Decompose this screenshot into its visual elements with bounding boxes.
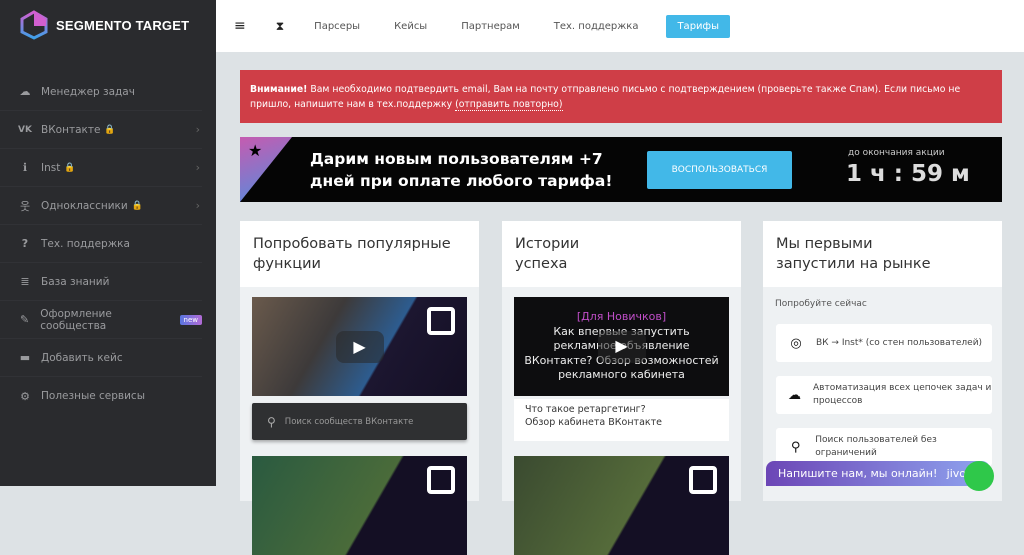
try-now-label: Попробуйте сейчас	[775, 299, 867, 309]
tariffs-button[interactable]: Тарифы	[666, 14, 730, 38]
caption-line: Что такое ретаргетинг?	[525, 404, 646, 415]
database-icon: ≣	[20, 275, 30, 288]
sidebar-item-vkontakte[interactable]: VK ВКонтакте 🔒 ›	[0, 111, 202, 149]
popular-functions-card: Попробовать популярные функции ▶ ⚲ Поиск с…	[240, 221, 479, 555]
feature-label: Автоматизация всех цепочек задач и проце…	[813, 383, 992, 406]
card-title-line: успеха	[515, 256, 568, 272]
chevron-right-icon: ›	[195, 123, 200, 136]
brush-icon: ✎	[20, 313, 30, 326]
cloud-icon: ☁	[19, 85, 31, 98]
card-title: Попробовать популярные функции	[240, 221, 479, 287]
sidebar-item-knowledge-base[interactable]: ≣ База знаний	[0, 263, 202, 301]
lock-icon: 🔒	[131, 200, 143, 211]
nav-link-parsers[interactable]: Парсеры	[314, 21, 360, 32]
sidebar-item-label: Оформление сообщества	[40, 307, 112, 332]
sidebar-item-label: Inst	[41, 161, 61, 174]
countdown-label: до окончания акции	[848, 148, 945, 158]
search-icon: ⚲	[267, 414, 276, 429]
success-stories-card: Истории успеха [Для Новичков] Как впервые…	[502, 221, 741, 555]
promo-banner: ★ Дарим новым пользователям +7 дней при о…	[240, 137, 1002, 202]
instagram-icon: ◎	[790, 335, 802, 351]
top-navbar: ≡ ⧗ Парсеры Кейсы Партнерам Тех. поддерж…	[216, 0, 1024, 52]
use-offer-button[interactable]: ВОСПОЛЬЗОВАТЬСЯ	[647, 151, 792, 189]
card-title: Истории успеха	[502, 221, 741, 287]
hexagon-logo-icon	[20, 10, 48, 40]
feature-automation[interactable]: ☁ Автоматизация всех цепочек задач и проц…	[776, 376, 992, 414]
star-icon: ★	[248, 141, 263, 160]
sidebar-item-label: ВКонтакте	[41, 123, 101, 136]
sidebar-item-task-manager[interactable]: ☁ Менеджер задач	[0, 73, 202, 111]
ok-icon: 웃	[19, 199, 31, 213]
search-communities-button[interactable]: ⚲ Поиск сообществ ВКонтакте	[252, 403, 467, 440]
vk-icon: VK	[18, 124, 32, 135]
sidebar-item-label: Тех. поддержка	[41, 237, 130, 250]
cloud-icon: ☁	[788, 387, 801, 403]
nav-link-partners[interactable]: Партнерам	[461, 21, 520, 32]
lock-icon: 🔒	[104, 124, 116, 135]
brand-logo[interactable]: SEGMENTO TARGET	[20, 10, 189, 40]
promo-line: дней при оплате любого тарифа!	[310, 172, 613, 190]
sidebar-item-label: Полезные сервисы	[41, 390, 146, 402]
sidebar-item-support[interactable]: ? Тех. поддержка	[0, 225, 202, 263]
sidebar-item-community-design[interactable]: ✎ Оформление сообщества new	[0, 301, 202, 339]
video-thumbnail[interactable]	[514, 456, 729, 555]
countdown-timer: 1 ч : 59 м	[846, 161, 970, 187]
sidebar-item-add-case[interactable]: ▬ Добавить кейс	[0, 339, 202, 377]
gears-icon: ⚙	[20, 389, 30, 403]
question-icon: ?	[21, 237, 29, 250]
first-on-market-card: Мы первыми запустили на рынке Попробуйте …	[763, 221, 1002, 501]
sidebar-item-label: Добавить кейс	[41, 351, 123, 364]
new-badge: new	[179, 314, 202, 325]
sidebar-item-label: Менеджер задач	[41, 85, 135, 98]
resend-link[interactable]: (отправить повторно)	[455, 99, 563, 111]
sidebar-item-useful-services[interactable]: ⚙ Полезные сервисы	[0, 377, 202, 415]
hourglass-icon[interactable]: ⧗	[276, 19, 284, 34]
segmento-logo-icon	[689, 466, 717, 494]
promo-text: Дарим новым пользователям +7 дней при опл…	[310, 148, 612, 192]
video-thumbnail[interactable]	[252, 456, 467, 555]
chat-widget-button[interactable]: Напишите нам, мы онлайн! jivo	[766, 461, 994, 491]
card-title-line: Попробовать популярные	[253, 236, 451, 252]
online-indicator	[964, 461, 994, 491]
play-icon[interactable]: ▶	[335, 330, 384, 363]
feature-vk-to-inst[interactable]: ◎ ВК → Inst* (со стен пользователей)	[776, 324, 992, 362]
feature-label: Поиск пользователей без ограничений	[815, 435, 937, 458]
alert-strong: Внимание!	[250, 84, 308, 95]
segmento-logo-icon	[427, 307, 455, 335]
card-title-line: запустили на рынке	[776, 256, 931, 272]
segmento-logo-icon	[427, 466, 455, 494]
sidebar: SEGMENTO TARGET ☁ Менеджер задач VK ВКонта…	[0, 0, 216, 486]
video-caption[interactable]: Что такое ретаргетинг? Обзор кабинета ВКо…	[514, 399, 729, 441]
card-title-line: Истории	[515, 236, 580, 252]
card-title-line: функции	[253, 256, 321, 272]
sidebar-item-inst[interactable]: ℹ Inst 🔒 ›	[0, 149, 202, 187]
lock-icon: 🔒	[64, 162, 76, 173]
nav-link-cases[interactable]: Кейсы	[394, 21, 427, 32]
card-title-line: Мы первыми	[776, 236, 873, 252]
alert-text: Вам необходимо подтвердить email, Вам на…	[250, 84, 961, 110]
video-tag: [Для Новичков]	[576, 310, 667, 323]
nav-link-support[interactable]: Тех. поддержка	[554, 21, 639, 32]
chevron-right-icon: ›	[195, 161, 200, 174]
sidebar-item-label: База знаний	[41, 275, 110, 288]
search-label: Поиск сообществ ВКонтакте	[284, 416, 414, 427]
sidebar-nav: ☁ Менеджер задач VK ВКонтакте 🔒 › ℹ Inst 🔒 › 웃О…	[0, 73, 216, 415]
promo-line: Дарим новым пользователям +7	[310, 150, 603, 168]
video-thumbnail[interactable]: [Для Новичков] Как впервые запустить рек…	[514, 297, 729, 396]
caption-line: Обзор кабинета ВКонтакте	[525, 417, 663, 428]
sidebar-item-odnoklassniki[interactable]: 웃 Одноклассники 🔒 ›	[0, 187, 202, 225]
chevron-right-icon: ›	[195, 199, 200, 212]
card-title: Мы первыми запустили на рынке	[763, 221, 1002, 287]
brand-name: SEGMENTO TARGET	[56, 17, 190, 33]
email-confirm-alert: Внимание! Вам необходимо подтвердить ema…	[240, 70, 1002, 123]
feature-label: ВК → Inst* (со стен пользователей)	[816, 337, 983, 348]
search-icon: ⚲	[790, 439, 801, 455]
sidebar-item-label: Одноклассники	[41, 199, 128, 212]
play-icon[interactable]: ▶	[597, 330, 646, 363]
chat-label: Напишите нам, мы онлайн!	[778, 467, 938, 480]
briefcase-icon: ▬	[19, 351, 31, 364]
video-thumbnail[interactable]: ▶	[252, 297, 467, 396]
info-icon: ℹ	[22, 161, 28, 174]
menu-toggle-icon[interactable]: ≡	[234, 18, 246, 34]
